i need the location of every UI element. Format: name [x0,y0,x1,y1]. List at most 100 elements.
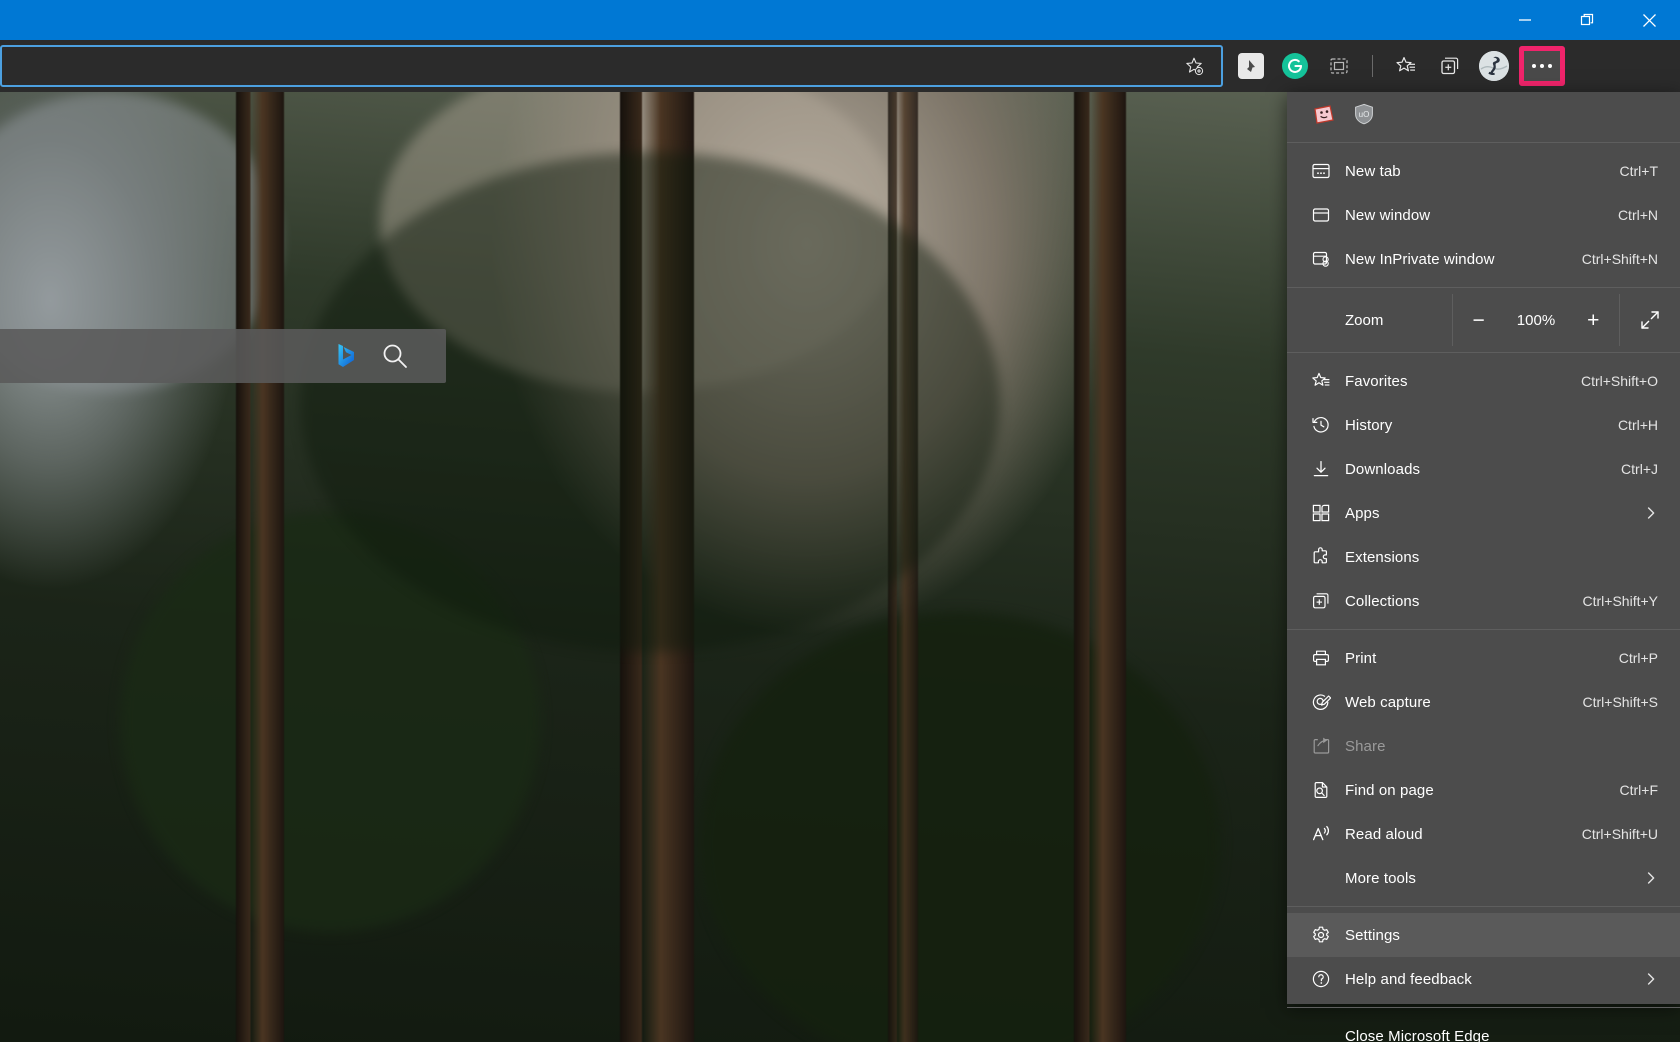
zoom-label: Zoom [1345,311,1384,329]
screenshot-tool-button[interactable] [1320,47,1358,85]
menu-item-accelerator: Ctrl+Shift+Y [1582,593,1658,609]
menu-item-label: More tools [1345,869,1417,887]
menu-separator [1287,287,1680,288]
read-aloud-icon [1311,824,1345,844]
grammarly-icon [1282,53,1308,79]
bing-search-box[interactable] [0,329,446,383]
close-icon [1642,13,1656,27]
menu-item-find-on-page[interactable]: Find on page Ctrl+F [1287,768,1680,812]
menu-item-more-tools[interactable]: More tools [1287,856,1680,900]
restore-icon [1580,13,1593,25]
menu-item-accelerator: Ctrl+Shift+U [1581,826,1658,842]
menu-item-print[interactable]: Print Ctrl+P [1287,636,1680,680]
menu-item-close-microsoft-edge[interactable]: Close Microsoft Edge [1287,1014,1680,1042]
find-on-page-icon [1311,780,1345,800]
menu-separator [1287,629,1680,630]
svg-text:uO: uO [1359,110,1370,119]
restore-button[interactable] [1556,0,1618,40]
menu-item-web-capture[interactable]: Web capture Ctrl+Shift+S [1287,680,1680,724]
settings-and-more-menu: uO New tab Ctrl+T New window Ctrl+N New … [1287,92,1680,1042]
menu-item-downloads[interactable]: Downloads Ctrl+J [1287,447,1680,491]
chevron-right-icon [1640,972,1658,986]
menu-item-favorites[interactable]: Favorites Ctrl+Shift+O [1287,359,1680,403]
menu-item-extensions[interactable]: Extensions [1287,535,1680,579]
ublock-origin-icon[interactable]: uO [1351,101,1377,127]
menu-item-accelerator: Ctrl+Shift+N [1581,251,1658,267]
collections-icon [1441,57,1459,75]
menu-item-accelerator: Ctrl+H [1617,417,1658,433]
menu-item-accelerator: Ctrl+F [1619,782,1659,798]
menu-item-share: Share [1287,724,1680,768]
history-icon [1311,415,1345,435]
menu-item-label: Share [1345,737,1386,755]
zoom-out-button[interactable]: − [1462,303,1496,337]
browser-window: uO New tab Ctrl+T New window Ctrl+N New … [0,0,1680,1042]
extension-pin-button[interactable] [1232,47,1270,85]
apps-icon [1311,503,1345,523]
minimize-icon [1519,19,1531,21]
more-dot-icon [1532,64,1536,68]
menu-item-label: New InPrivate window [1345,250,1495,268]
add-favorite-button[interactable] [1175,47,1213,85]
title-bar [0,0,1680,40]
menu-item-label: Extensions [1345,548,1420,566]
menu-item-label: Help and feedback [1345,970,1472,988]
more-dot-icon [1548,64,1552,68]
favorites-icon [1396,57,1415,72]
menu-item-apps[interactable]: Apps [1287,491,1680,535]
menu-item-collections[interactable]: Collections Ctrl+Shift+Y [1287,579,1680,623]
menu-separator [1287,142,1680,143]
menu-item-label: Collections [1345,592,1420,610]
favorites-icon [1311,371,1345,391]
screenshot-tool-icon [1330,58,1348,74]
menu-item-help-and-feedback[interactable]: Help and feedback [1287,957,1680,1001]
menu-separator [1287,1007,1680,1008]
share-icon [1311,736,1345,756]
menu-item-read-aloud[interactable]: Read aloud Ctrl+Shift+U [1287,812,1680,856]
favorites-button[interactable] [1387,47,1425,85]
menu-item-history[interactable]: History Ctrl+H [1287,403,1680,447]
settings-and-more-button[interactable] [1519,46,1565,86]
bing-search-input[interactable] [0,329,320,383]
menu-item-label: Find on page [1345,781,1434,799]
new-tab-icon [1311,161,1345,181]
menu-item-accelerator: Ctrl+P [1618,650,1658,666]
menu-item-settings[interactable]: Settings [1287,913,1680,957]
zoom-row: Zoom − 100% + [1287,294,1680,346]
menu-item-accelerator: Ctrl+Shift+S [1582,694,1658,710]
menu-item-label: New tab [1345,162,1401,180]
grammarly-button[interactable] [1276,47,1314,85]
toolbar-divider [1372,55,1373,77]
address-input[interactable] [2,47,1175,85]
menu-item-new-inprivate-window[interactable]: New InPrivate window Ctrl+Shift+N [1287,237,1680,281]
menu-item-accelerator: Ctrl+T [1619,163,1659,179]
collections-button[interactable] [1431,47,1469,85]
menu-item-label: Downloads [1345,460,1421,478]
menu-item-label: Read aloud [1345,825,1423,843]
tree-trunk [1074,92,1126,1042]
zoom-in-button[interactable]: + [1576,303,1610,337]
address-bar[interactable] [0,45,1223,87]
menu-item-label: Settings [1345,926,1400,944]
profile-button[interactable] [1475,47,1513,85]
minimize-button[interactable] [1494,0,1556,40]
close-button[interactable] [1618,0,1680,40]
more-dot-icon [1540,64,1544,68]
menu-item-label: Apps [1345,504,1380,522]
menu-item-label: Close Microsoft Edge [1345,1027,1490,1042]
menu-item-new-tab[interactable]: New tab Ctrl+T [1287,149,1680,193]
avatar [1479,51,1509,81]
toolbar-icon-strip [1232,45,1565,87]
fullscreen-icon [1641,311,1659,329]
new-window-icon [1311,205,1345,225]
menu-item-accelerator: Ctrl+Shift+O [1580,373,1658,389]
bing-logo-icon [338,344,354,367]
menu-item-label: New window [1345,206,1431,224]
fullscreen-button[interactable] [1620,294,1680,346]
menu-item-accelerator: Ctrl+N [1617,207,1658,223]
extension-icon-1[interactable] [1311,101,1337,127]
print-icon [1311,648,1345,668]
chevron-right-icon [1640,506,1658,520]
menu-item-new-window[interactable]: New window Ctrl+N [1287,193,1680,237]
zoom-controls: − 100% + [1452,294,1620,346]
